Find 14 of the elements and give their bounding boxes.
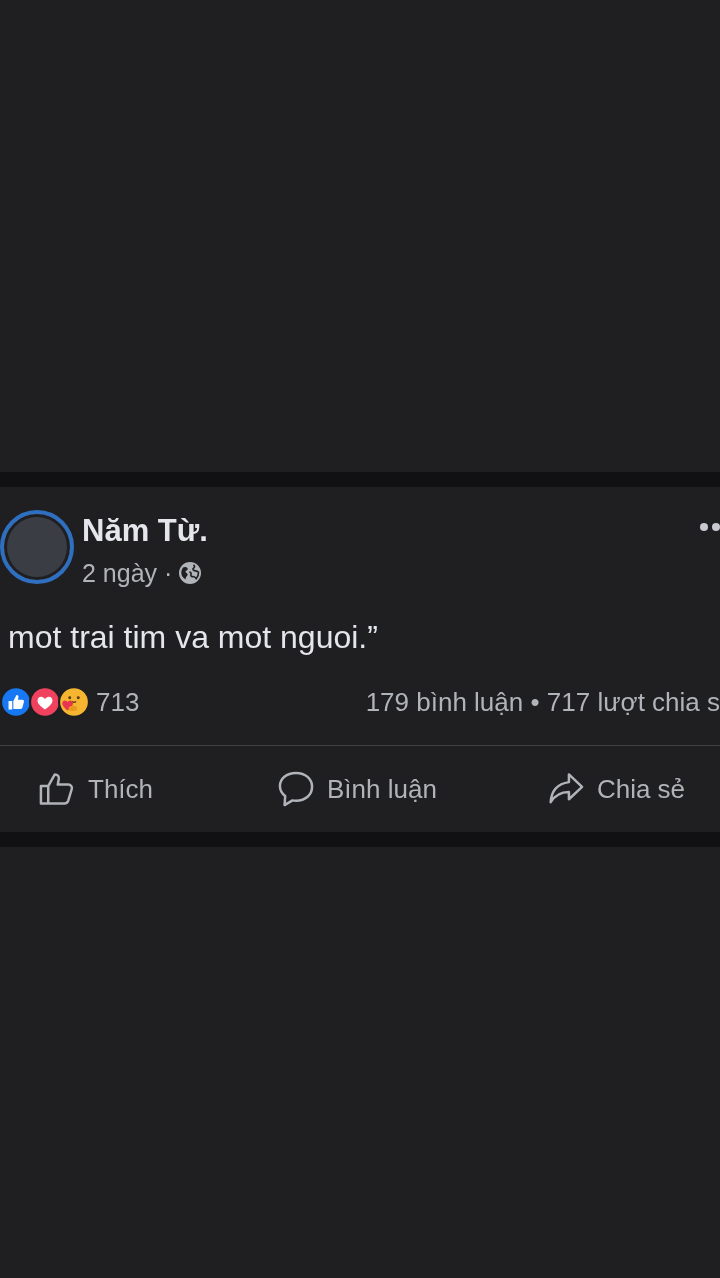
heart-reaction-icon <box>29 686 61 718</box>
globe-icon <box>178 561 203 585</box>
author-name[interactable]: Năm Từ. <box>82 512 208 550</box>
more-options-icon[interactable] <box>700 523 720 531</box>
post-text: mot trai tim va mot nguoi.” <box>8 618 378 657</box>
thumbs-up-icon <box>38 770 76 808</box>
share-button[interactable]: Chia sẻ <box>542 766 690 812</box>
post-time: 2 ngày · <box>82 558 173 588</box>
hug-reaction-icon <box>58 686 90 718</box>
speech-bubble-icon <box>277 770 316 808</box>
comments-shares-count[interactable]: 179 bình luận • 717 lượt chia s <box>365 686 720 718</box>
reaction-count[interactable]: 713 <box>96 686 140 718</box>
like-button[interactable]: Thích <box>34 766 158 812</box>
comment-button[interactable]: Bình luận <box>273 766 441 812</box>
